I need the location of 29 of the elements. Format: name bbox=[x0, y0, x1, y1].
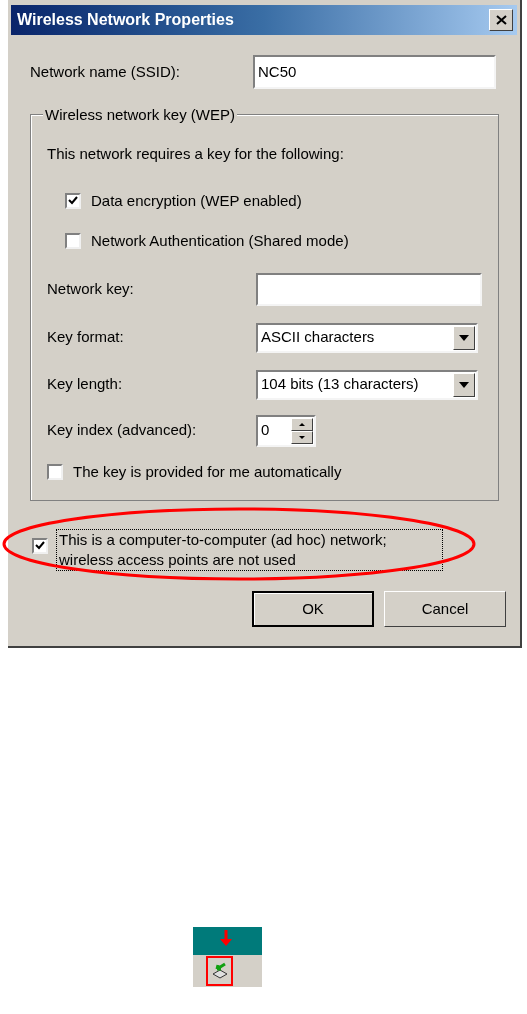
field-label: Key index (advanced): bbox=[47, 420, 198, 441]
checkbox[interactable] bbox=[32, 537, 48, 554]
field-label: Network name (SSID): bbox=[30, 61, 182, 82]
field-label: Key length: bbox=[47, 374, 124, 395]
cancel-button[interactable]: Cancel bbox=[384, 591, 506, 627]
checkbox-label: The key is provided for me automatically bbox=[73, 461, 342, 482]
network-key-input-field[interactable] bbox=[256, 272, 482, 306]
spin-up-icon[interactable] bbox=[291, 417, 313, 431]
ok-button[interactable]: OK bbox=[252, 591, 374, 627]
close-button[interactable] bbox=[489, 9, 513, 31]
checkmark-icon bbox=[68, 196, 78, 206]
key-length-dropdown[interactable]: 104 bits (13 characters) bbox=[256, 369, 478, 400]
checkbox[interactable] bbox=[47, 463, 63, 480]
ssid-input-field[interactable]: NC50 bbox=[253, 55, 496, 89]
field-label: Network key: bbox=[47, 278, 135, 299]
key-index-spinner[interactable]: 0 bbox=[256, 414, 316, 447]
group-intro-text: This network requires a key for the following: bbox=[47, 144, 345, 164]
checkbox[interactable] bbox=[65, 192, 81, 209]
field-label: Key format: bbox=[47, 327, 125, 348]
checkmark-icon bbox=[35, 541, 45, 550]
key-format-dropdown[interactable]: ASCII characters bbox=[256, 322, 478, 353]
network-tray-icon[interactable] bbox=[206, 956, 233, 986]
checkbox-label: Data encryption (WEP enabled) bbox=[91, 190, 302, 211]
checkbox-label: This is a computer-to-computer (ad hoc) network; wireless access points are not used bbox=[56, 529, 443, 571]
checkbox-label: Network Authentication (Shared mode) bbox=[91, 231, 349, 251]
window-title: Wireless Network Properties bbox=[17, 10, 234, 30]
close-icon bbox=[495, 15, 507, 25]
arrow-icon bbox=[219, 930, 232, 946]
checkbox[interactable] bbox=[65, 233, 81, 250]
